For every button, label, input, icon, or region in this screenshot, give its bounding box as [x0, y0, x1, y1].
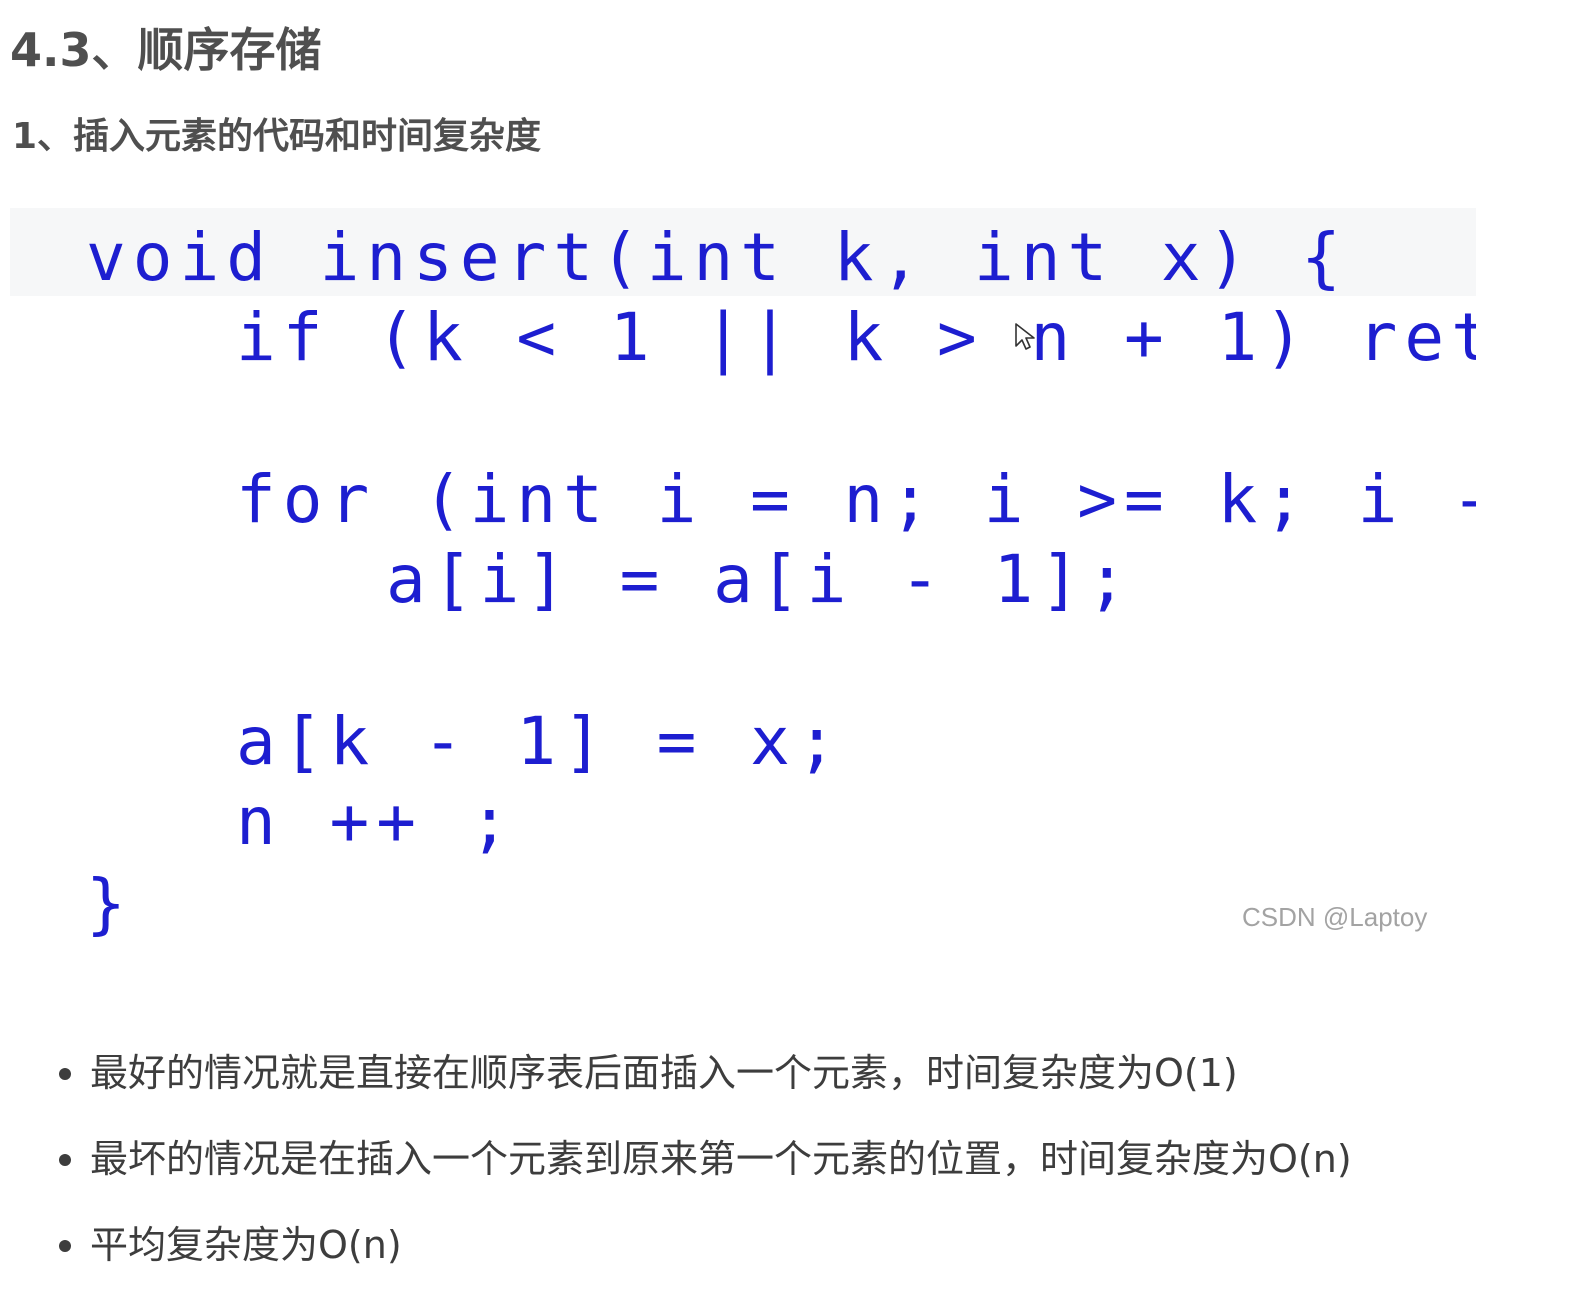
- watermark: CSDN @Laptoy: [1242, 902, 1428, 932]
- list-item: 最好的情况就是直接在顺序表后面插入一个元素，时间复杂度为O(1): [0, 1030, 1571, 1116]
- list-item-text: 最坏的情况是在插入一个元素到原来第一个元素的位置，时间复杂度为O(n): [90, 1137, 1352, 1181]
- code-line-3: for (int i = n; i >= k; i -- ): [236, 461, 1476, 538]
- code-line-4: a[i] = a[i - 1];: [386, 541, 1134, 618]
- list-item-text: 最好的情况就是直接在顺序表后面插入一个元素，时间复杂度为O(1): [90, 1051, 1238, 1095]
- bullet-list: 最好的情况就是直接在顺序表后面插入一个元素，时间复杂度为O(1) 最坏的情况是在…: [0, 1030, 1571, 1288]
- list-item: 平均复杂度为O(n): [0, 1202, 1571, 1288]
- list-item-text: 平均复杂度为O(n): [90, 1223, 402, 1267]
- subsection-heading: 1、插入元素的代码和时间复杂度: [12, 116, 542, 157]
- code-screenshot: void insert(int k, int x) { if (k < 1 ||…: [10, 208, 1476, 968]
- code-line-5: a[k - 1] = x;: [236, 703, 844, 780]
- section-heading: 4.3、顺序存储: [10, 23, 322, 77]
- list-item: 最坏的情况是在插入一个元素到原来第一个元素的位置，时间复杂度为O(n): [0, 1116, 1571, 1202]
- bullet-dot-icon: [59, 1240, 71, 1252]
- code-line-6: n ++ ;: [236, 783, 517, 860]
- code-line-7: }: [86, 865, 133, 942]
- bullet-dot-icon: [59, 1154, 71, 1166]
- mouse-cursor-icon: [1015, 323, 1035, 350]
- code-line-2: if (k < 1 || k > n + 1) return;: [236, 299, 1476, 376]
- bullet-dot-icon: [59, 1068, 71, 1080]
- code-line-1: void insert(int k, int x) {: [86, 219, 1348, 296]
